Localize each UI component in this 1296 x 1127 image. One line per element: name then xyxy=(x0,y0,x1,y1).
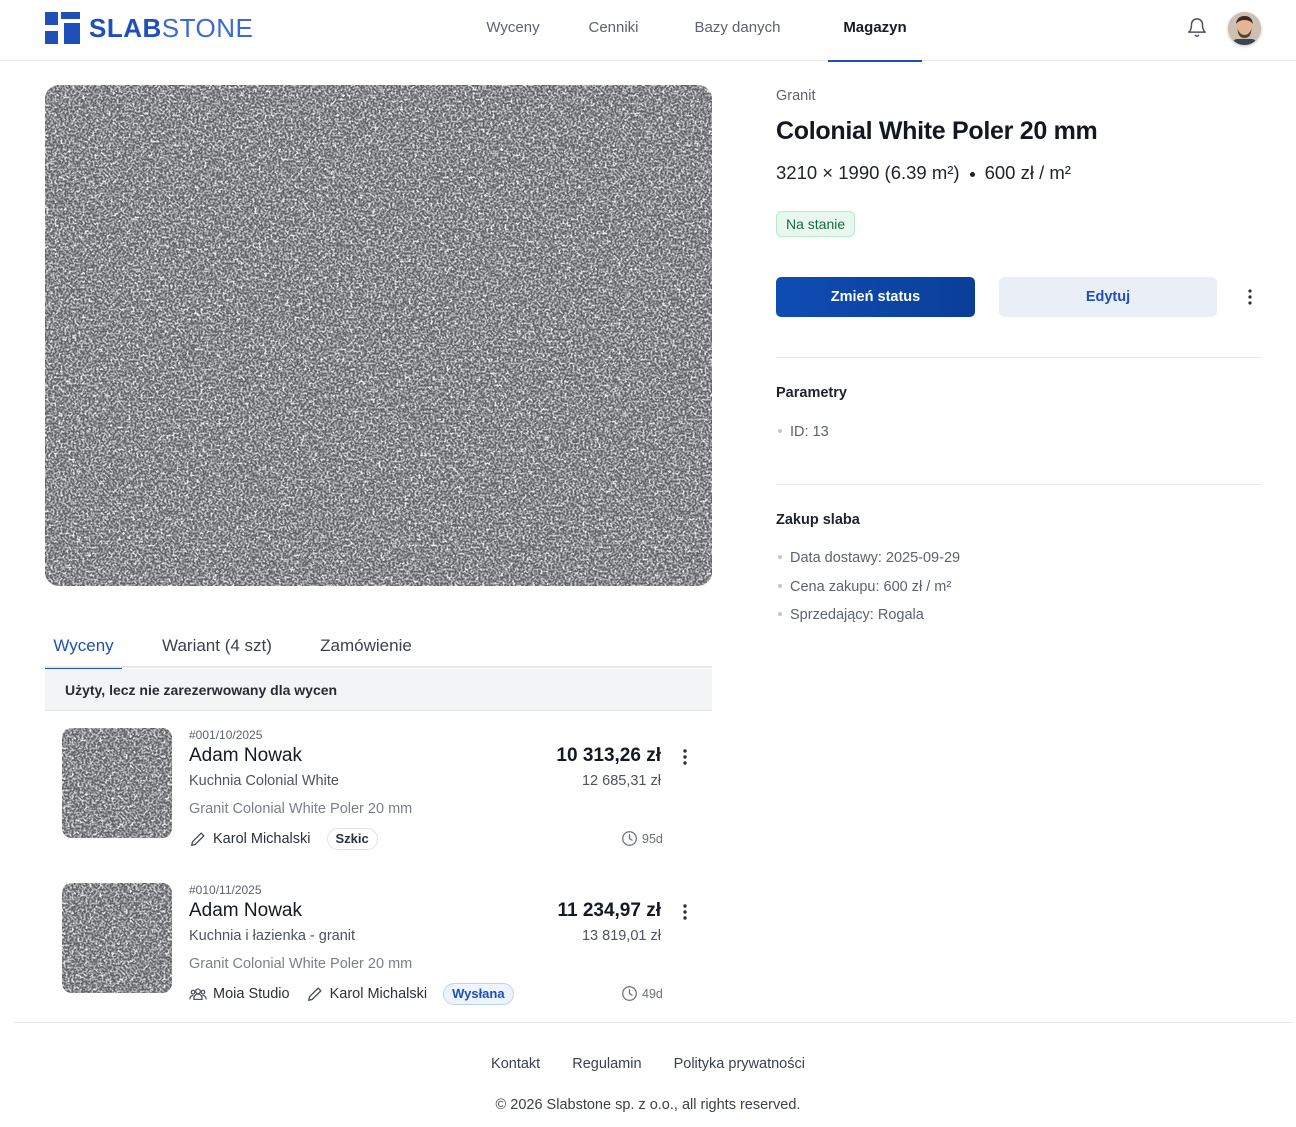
product-size: 3210 × 1990 (6.39 m²) xyxy=(776,162,960,183)
quote-meta: Karol Michalski Szkic xyxy=(189,828,378,850)
parameter-id: ID: 13 xyxy=(778,424,829,440)
quote-author: Karol Michalski xyxy=(306,985,428,1003)
reservation-notice: Użyty, lecz nie zarezerwowany dla wycen xyxy=(45,669,712,711)
quote-studio-name: Moia Studio xyxy=(213,986,290,1002)
pencil-icon xyxy=(307,987,322,1001)
quote-thumbnail xyxy=(62,728,172,838)
quote-price-gross: 12 685,31 zł xyxy=(581,773,661,789)
purchase-price: Cena zakupu: 600 zł / m² xyxy=(778,579,951,595)
parameters-heading: Parametry xyxy=(776,385,847,401)
users-icon xyxy=(189,988,207,1001)
copyright: © 2026 Slabstone sp. z o.o., all rights … xyxy=(495,1097,801,1113)
nav-item-magazyn[interactable]: Magazyn xyxy=(828,0,922,62)
footer-link-kontakt[interactable]: Kontakt xyxy=(491,1056,540,1072)
slabstone-logo[interactable]: SLABSTONE xyxy=(45,12,253,44)
quote-price: 10 313,26 zł xyxy=(556,745,661,766)
product-price: 600 zł / m² xyxy=(984,162,1071,183)
quote-price: 11 234,97 zł xyxy=(557,900,661,921)
more-options-icon[interactable] xyxy=(677,903,693,921)
tab-wyceny[interactable]: Wyceny xyxy=(45,626,122,670)
stock-status-badge: Na stanie xyxy=(776,211,856,237)
quote-material: Granit Colonial White Poler 20 mm xyxy=(189,956,413,972)
pencil-icon xyxy=(191,832,205,846)
quote-number: #001/10/2025 xyxy=(189,728,263,742)
footer-links: Kontakt Regulamin Polityka prywatności xyxy=(0,1056,1296,1072)
quote-card[interactable]: #001/10/2025 Adam Nowak Kuchnia Colonial… xyxy=(45,728,712,863)
detail-tabs: Wyceny Wariant (4 szt) Zamówienie xyxy=(45,626,712,670)
quote-price-gross: 13 819,01 zł xyxy=(581,928,661,944)
edit-button[interactable]: Edytuj xyxy=(999,277,1217,317)
quote-age: 49d xyxy=(621,985,663,1002)
quote-project: Kuchnia i łazienka - granit xyxy=(189,928,356,944)
status-badge: Szkic xyxy=(326,828,378,850)
logo-text: SLABSTONE xyxy=(89,12,253,44)
nav-item-cenniki[interactable]: Cenniki xyxy=(588,0,639,61)
logo-mark-icon xyxy=(45,12,80,44)
divider xyxy=(776,357,1261,358)
tab-wariant[interactable]: Wariant (4 szt) xyxy=(157,626,277,668)
change-status-button[interactable]: Zmień status xyxy=(776,277,975,317)
quote-client[interactable]: Adam Nowak xyxy=(189,900,302,922)
quote-age-value: 49d xyxy=(642,986,663,1001)
footer-link-privacy[interactable]: Polityka prywatności xyxy=(674,1056,805,1072)
nav-item-bazy-danych[interactable]: Bazy danych xyxy=(694,0,781,61)
quote-age-value: 95d xyxy=(642,831,663,846)
clock-icon xyxy=(622,831,637,846)
logo-text-bold: SLAB xyxy=(89,13,162,43)
more-options-icon[interactable] xyxy=(1242,287,1258,307)
status-badge: Wysłana xyxy=(443,983,514,1005)
quote-studio: Moia Studio xyxy=(189,985,290,1003)
product-dimensions: 3210 × 1990 (6.39 m²) 600 zł / m² xyxy=(776,162,1071,184)
more-options-icon[interactable] xyxy=(677,748,693,766)
purchase-delivery-date: Data dostawy: 2025-09-29 xyxy=(778,550,960,566)
quote-author: Karol Michalski xyxy=(189,830,311,848)
quote-thumbnail xyxy=(62,883,172,993)
product-title: Colonial White Poler 20 mm xyxy=(776,117,1098,145)
quote-project: Kuchnia Colonial White xyxy=(189,773,339,789)
purchase-seller: Sprzedający: Rogala xyxy=(778,607,924,623)
avatar[interactable] xyxy=(1228,12,1261,45)
quote-age: 95d xyxy=(621,830,663,847)
quote-meta: Moia Studio Karol Michalski Wysłana xyxy=(189,983,514,1005)
footer-divider xyxy=(13,1022,1293,1023)
top-bar: SLABSTONE Wyceny Cenniki Bazy danych Mag… xyxy=(0,0,1296,62)
quote-card[interactable]: #010/11/2025 Adam Nowak Kuchnia i łazien… xyxy=(45,883,712,1018)
slab-photo xyxy=(45,85,712,586)
purchase-heading: Zakup slaba xyxy=(776,512,860,528)
quote-number: #010/11/2025 xyxy=(189,883,262,897)
quote-author-name: Karol Michalski xyxy=(213,831,311,847)
logo-text-light: STONE xyxy=(161,13,254,43)
quote-author-name: Karol Michalski xyxy=(329,986,428,1002)
quote-client[interactable]: Adam Nowak xyxy=(189,745,302,767)
divider xyxy=(776,484,1261,485)
bell-icon[interactable] xyxy=(1186,16,1208,40)
nav-item-wyceny[interactable]: Wyceny xyxy=(486,0,540,61)
quote-material: Granit Colonial White Poler 20 mm xyxy=(189,801,413,817)
clock-icon xyxy=(622,986,637,1001)
tab-zamowienie[interactable]: Zamówienie xyxy=(316,626,416,668)
product-category: Granit xyxy=(776,88,816,104)
footer-link-regulamin[interactable]: Regulamin xyxy=(572,1056,641,1072)
